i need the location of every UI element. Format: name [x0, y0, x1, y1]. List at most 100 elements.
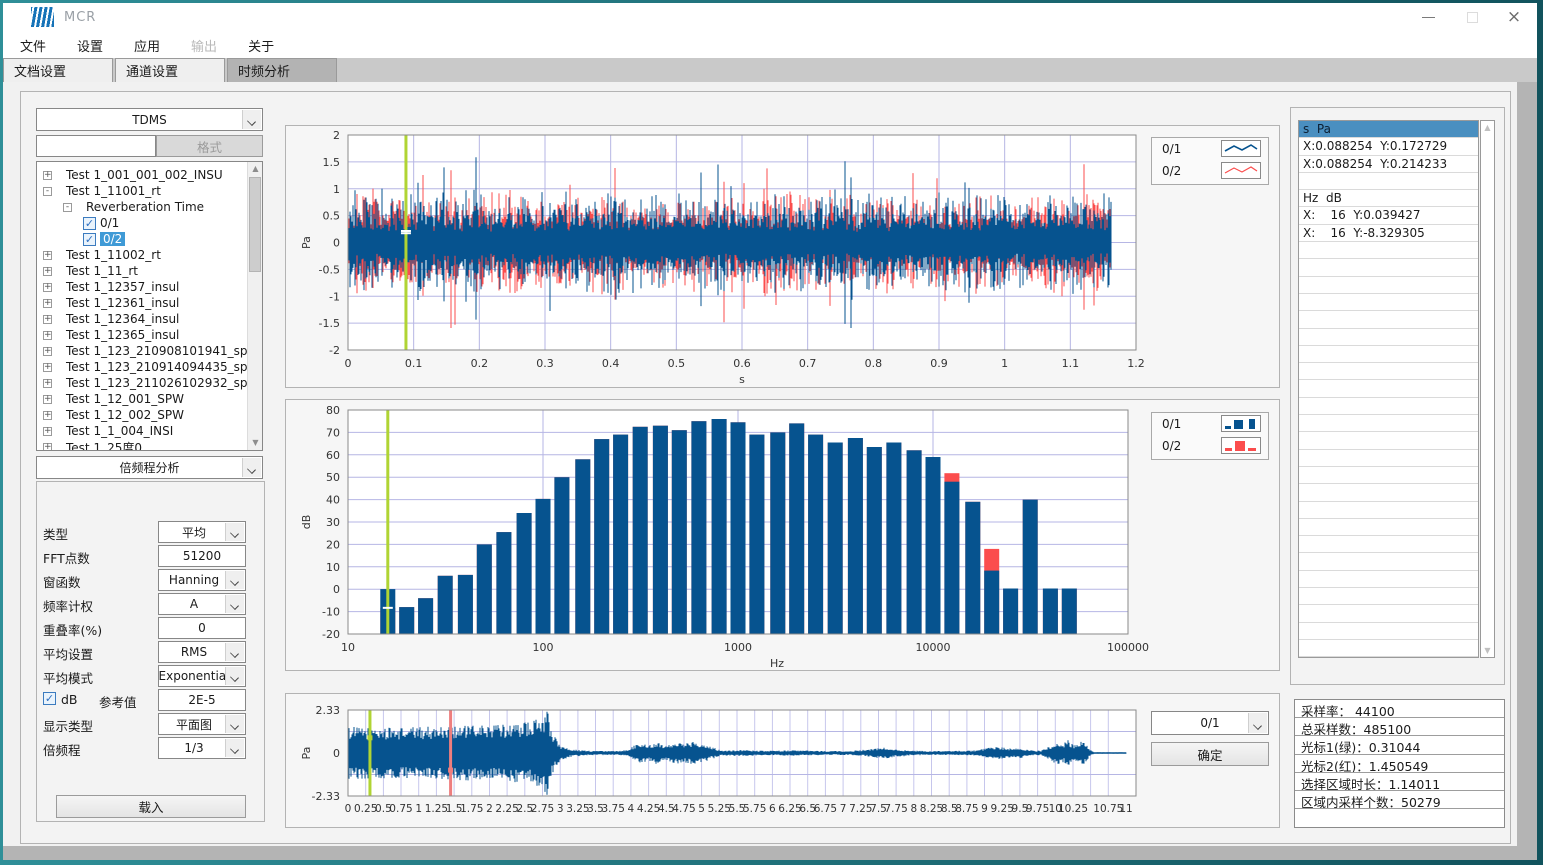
param-select-0[interactable]: 平均 [158, 521, 246, 543]
cursor-list-row[interactable] [1299, 519, 1478, 536]
close-button[interactable]: × [1493, 3, 1535, 32]
filter-input[interactable] [36, 135, 156, 157]
cursor-list-row[interactable] [1299, 311, 1478, 328]
scroll-down-icon[interactable]: ▼ [1481, 646, 1494, 655]
tree-item[interactable]: +Test 1_12361_insul [39, 295, 246, 311]
tab-time-frequency-analysis[interactable]: 时频分析 [227, 58, 337, 82]
cursor-list-row[interactable]: Hz dB [1299, 190, 1478, 207]
param-select-3[interactable]: A [158, 593, 246, 615]
expand-icon[interactable]: + [43, 347, 52, 356]
maximize-button[interactable] [1451, 3, 1493, 32]
cursor-list-row[interactable]: X:0.088254 Y:0.214233 [1299, 156, 1478, 173]
cursor-list-row[interactable] [1299, 415, 1478, 432]
cursor-list-row[interactable] [1299, 484, 1478, 501]
tree-item[interactable]: +Test 1_12_002_SPW [39, 407, 246, 423]
cursor-list-row[interactable] [1299, 398, 1478, 415]
minimize-button[interactable] [1407, 3, 1449, 32]
menu-item-1[interactable]: 设置 [66, 33, 114, 58]
tree-item[interactable]: -Test 1_11001_rt [39, 183, 246, 199]
db-checkbox[interactable]: ✓ [43, 692, 56, 705]
expand-icon[interactable]: + [43, 379, 52, 388]
expand-icon[interactable]: + [43, 443, 52, 452]
time-waveform-chart[interactable]: 21.510.50-0.5-1-1.5-200.10.20.30.40.50.6… [286, 126, 1279, 392]
expand-icon[interactable]: + [43, 315, 52, 324]
cursor-list-row[interactable] [1299, 346, 1478, 363]
cursor-list-row[interactable]: s Pa [1299, 121, 1478, 138]
cursor-list-row[interactable]: X:0.088254 Y:0.172729 [1299, 138, 1478, 155]
scroll-up-icon[interactable]: ▲ [248, 162, 263, 176]
menu-item-3[interactable]: 输出 [180, 33, 228, 58]
scroll-up-icon[interactable]: ▲ [1481, 123, 1494, 132]
cursor-list-row[interactable] [1299, 467, 1478, 484]
tree-item[interactable]: +Test 1_12_001_SPW [39, 391, 246, 407]
expand-icon[interactable]: + [43, 411, 52, 420]
tree-item[interactable]: +Test 1_12364_insul [39, 311, 246, 327]
tree-item[interactable]: +Test 1_12357_insul [39, 279, 246, 295]
cursor-list-row[interactable] [1299, 536, 1478, 553]
third-octave-spectrum-chart[interactable]: 80706050403020100-10-2010100100010000100… [286, 400, 1279, 675]
cursor-list-row[interactable] [1299, 640, 1478, 657]
tree-item[interactable]: +Test 1_11_rt [39, 263, 246, 279]
channel-checkbox[interactable]: ✓ [83, 217, 96, 230]
cursor-list-row[interactable] [1299, 242, 1478, 259]
file-format-combobox[interactable]: TDMS [36, 108, 263, 131]
cursor-list-row[interactable] [1299, 502, 1478, 519]
tab-channel-settings[interactable]: 通道设置 [115, 58, 225, 82]
menu-item-4[interactable]: 关于 [237, 33, 285, 58]
cursor-list-scrollbar[interactable]: ▲ ▼ [1480, 120, 1495, 658]
param-input-1[interactable]: 51200 [158, 545, 246, 567]
tree-item[interactable]: +Test 1_25度0 [39, 439, 246, 451]
tree-item[interactable]: +Test 1_123_210914094435_spw [39, 359, 246, 375]
menu-item-0[interactable]: 文件 [9, 33, 57, 58]
cursor-list-row[interactable] [1299, 588, 1478, 605]
expand-icon[interactable]: + [43, 363, 52, 372]
analysis-type-combobox[interactable]: 倍频程分析 [36, 456, 263, 479]
param-select-6[interactable]: Exponential [158, 665, 246, 687]
expand-icon[interactable]: + [43, 267, 52, 276]
expand-icon[interactable]: + [43, 251, 52, 260]
cursor-list-row[interactable] [1299, 623, 1478, 640]
cursor-list-row[interactable] [1299, 605, 1478, 622]
cursor-list-row[interactable] [1299, 277, 1478, 294]
cursor-list-row[interactable] [1299, 259, 1478, 276]
param-select-2[interactable]: Hanning [158, 569, 246, 591]
cursor-list-row[interactable] [1299, 329, 1478, 346]
cursor-list-row[interactable] [1299, 553, 1478, 570]
collapse-icon[interactable]: - [43, 187, 52, 196]
cursor-list-row[interactable] [1299, 294, 1478, 311]
channel-select-combobox[interactable]: 0/1 [1151, 711, 1269, 735]
cursor-list-row[interactable] [1299, 432, 1478, 449]
cursor-list-row[interactable] [1299, 173, 1478, 190]
tree-item[interactable]: +Test 1_123_210908101941_spw [39, 343, 246, 359]
expand-icon[interactable]: + [43, 427, 52, 436]
tree-scrollbar[interactable]: ▲ ▼ [247, 162, 262, 450]
tree-item[interactable]: +Test 1_1_004_INSI [39, 423, 246, 439]
cursor-values-list[interactable]: s PaX:0.088254 Y:0.172729X:0.088254 Y:0.… [1298, 120, 1479, 658]
menu-item-2[interactable]: 应用 [123, 33, 171, 58]
tab-document-settings[interactable]: 文档设置 [3, 58, 113, 82]
confirm-button[interactable]: 确定 [1151, 742, 1269, 766]
expand-icon[interactable]: + [43, 331, 52, 340]
format-button[interactable]: 格式 [156, 135, 263, 157]
channel-checkbox[interactable]: ✓ [83, 233, 96, 246]
tree-item[interactable]: +Test 1_11002_rt [39, 247, 246, 263]
tree-item[interactable]: ✓0/2 [39, 231, 246, 247]
cursor-list-row[interactable] [1299, 450, 1478, 467]
expand-icon[interactable]: + [43, 299, 52, 308]
param-select-5[interactable]: RMS [158, 641, 246, 663]
collapse-icon[interactable]: - [63, 203, 72, 212]
tree-item[interactable]: +Test 1_001_001_002_INSU [39, 167, 246, 183]
full-record-waveform-chart[interactable]: 2.330-2.3300.250.50.7511.251.51.7522.252… [286, 694, 1279, 832]
param-input-7[interactable]: 2E-5 [158, 689, 246, 711]
tree-item[interactable]: -Reverberation Time [39, 199, 246, 215]
cursor-list-row[interactable] [1299, 363, 1478, 380]
expand-icon[interactable]: + [43, 171, 52, 180]
param-input-4[interactable]: 0 [158, 617, 246, 639]
tree-item[interactable]: ✓0/1 [39, 215, 246, 231]
tree-item[interactable]: +Test 1_12365_insul [39, 327, 246, 343]
param-select-9[interactable]: 1/3 [158, 737, 246, 759]
cursor-list-row[interactable]: X: 16 Y:-8.329305 [1299, 225, 1478, 242]
expand-icon[interactable]: + [43, 395, 52, 404]
cursor-list-row[interactable] [1299, 380, 1478, 397]
tree-scrollbar-thumb[interactable] [249, 177, 261, 272]
